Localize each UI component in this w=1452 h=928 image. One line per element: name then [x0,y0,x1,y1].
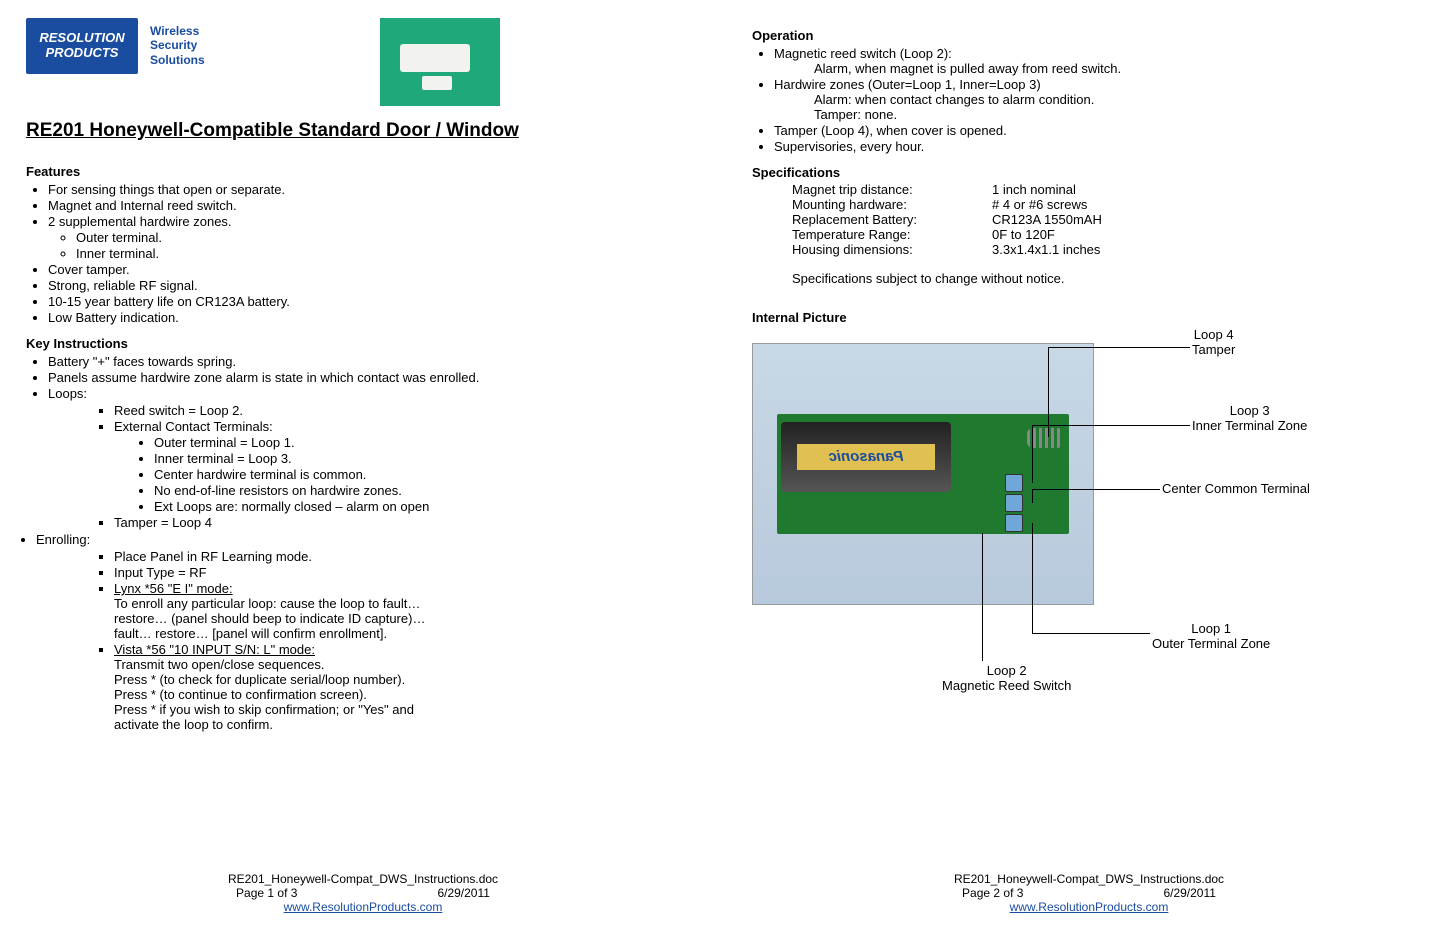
specifications-table: Magnet trip distance:1 inch nominal Moun… [752,182,1426,257]
spec-note: Specifications subject to change without… [792,271,1426,286]
list-item: For sensing things that open or separate… [48,182,700,197]
company-logo: RESOLUTION PRODUCTS [26,18,138,74]
list-item: Low Battery indication. [48,310,700,325]
list-item: Center hardwire terminal is common. [154,467,700,482]
logo-text: RESOLUTION PRODUCTS [39,31,124,61]
list-item: Outer terminal. [76,230,700,245]
terminal-graphic [1005,514,1023,532]
operation-heading: Operation [752,28,1426,43]
callout-loop3: Loop 3 Inner Terminal Zone [1192,403,1307,433]
footer-url-link[interactable]: www.ResolutionProducts.com [284,900,443,914]
internal-picture-diagram: Panasonic Loop 4 Tamper Loop 3 Inner Ter… [752,333,1392,713]
list-item: Enrolling: [36,532,700,547]
table-row: Magnet trip distance:1 inch nominal [792,182,1426,197]
operation-subtext: Alarm, when magnet is pulled away from r… [814,61,1426,76]
table-row: Mounting hardware:# 4 or #6 screws [792,197,1426,212]
list-item: 2 supplemental hardwire zones. Outer ter… [48,214,700,261]
document-title: RE201 Honeywell-Compatible Standard Door… [26,120,700,142]
list-item: No end-of-line resistors on hardwire zon… [154,483,700,498]
list-item: Supervisories, every hour. [774,139,1426,154]
enrolling-list: Enrolling: [36,531,700,548]
list-item: Ext Loops are: normally closed – alarm o… [154,499,700,514]
list-item: Magnetic reed switch (Loop 2): Alarm, wh… [774,46,1426,76]
internal-photo: Panasonic [752,343,1094,605]
enrolling-steps: Place Panel in RF Learning mode. Input T… [114,548,700,733]
list-item: Inner terminal. [76,246,700,261]
callout-loop1: Loop 1 Outer Terminal Zone [1152,621,1270,651]
list-item: Lynx *56 "E I" mode: To enroll any parti… [114,581,700,641]
callout-loop4: Loop 4 Tamper [1192,327,1235,357]
list-item: Outer terminal = Loop 1. [154,435,700,450]
list-item: Magnet and Internal reed switch. [48,198,700,213]
terminal-graphic [1005,474,1023,492]
list-item: Panels assume hardwire zone alarm is sta… [48,370,700,385]
list-item: Battery "+" faces towards spring. [48,354,700,369]
list-item: Tamper (Loop 4), when cover is opened. [774,123,1426,138]
list-item: Input Type = RF [114,565,700,580]
document-spread: RESOLUTION PRODUCTS Wireless Security So… [0,0,1452,928]
callout-loop2: Loop 2 Magnetic Reed Switch [942,663,1071,693]
footer-date: 6/29/2011 [437,886,490,900]
page2-footer: RE201_Honeywell-Compat_DWS_Instructions.… [752,872,1426,914]
footer-page-number: Page 1 of 3 [236,886,297,900]
list-item: External Contact Terminals: Outer termin… [114,419,700,514]
terminal-graphic [1005,494,1023,512]
features-heading: Features [26,164,700,179]
operation-list: Magnetic reed switch (Loop 2): Alarm, wh… [774,45,1426,155]
table-row: Housing dimensions:3.3x1.4x1.1 inches [792,242,1426,257]
list-item: Reed switch = Loop 2. [114,403,700,418]
footer-page-number: Page 2 of 3 [962,886,1023,900]
table-row: Temperature Range:0F to 120F [792,227,1426,242]
lynx-mode-title: Lynx *56 "E I" mode: [114,581,233,596]
operation-subtext: Tamper: none. [814,107,1426,122]
footer-filename: RE201_Honeywell-Compat_DWS_Instructions.… [26,872,700,886]
product-photo [380,18,500,106]
table-row: Replacement Battery:CR123A 1550mAH [792,212,1426,227]
vista-mode-title: Vista *56 "10 INPUT S/N: L" mode: [114,642,315,657]
key-instructions-list: Battery "+" faces towards spring. Panels… [48,353,700,402]
loops-list: Reed switch = Loop 2. External Contact T… [114,402,700,531]
footer-filename: RE201_Honeywell-Compat_DWS_Instructions.… [752,872,1426,886]
page1-footer: RE201_Honeywell-Compat_DWS_Instructions.… [26,872,700,914]
list-item: Strong, reliable RF signal. [48,278,700,293]
list-item: Inner terminal = Loop 3. [154,451,700,466]
battery-brand-label: Panasonic [797,444,935,470]
page1-header: RESOLUTION PRODUCTS Wireless Security So… [26,18,700,106]
list-item: 10-15 year battery life on CR123A batter… [48,294,700,309]
specifications-heading: Specifications [752,165,1426,180]
tagline-text: Wireless Security Solutions [150,24,205,67]
vista-mode-body: Transmit two open/close sequences. Press… [114,657,700,732]
lynx-mode-body: To enroll any particular loop: cause the… [114,596,700,641]
features-list: For sensing things that open or separate… [48,181,700,326]
footer-date: 6/29/2011 [1163,886,1216,900]
page-1: RESOLUTION PRODUCTS Wireless Security So… [0,0,726,928]
list-item: Loops: [48,386,700,401]
callout-center: Center Common Terminal [1162,481,1310,496]
list-item: Vista *56 "10 INPUT S/N: L" mode: Transm… [114,642,700,732]
list-item: Place Panel in RF Learning mode. [114,549,700,564]
footer-url-link[interactable]: www.ResolutionProducts.com [1010,900,1169,914]
operation-subtext: Alarm: when contact changes to alarm con… [814,92,1426,107]
list-item: Hardwire zones (Outer=Loop 1, Inner=Loop… [774,77,1426,122]
page-2: Operation Magnetic reed switch (Loop 2):… [726,0,1452,928]
list-item: Tamper = Loop 4 [114,515,700,530]
internal-picture-heading: Internal Picture [752,310,1426,325]
key-instructions-heading: Key Instructions [26,336,700,351]
list-item: Cover tamper. [48,262,700,277]
